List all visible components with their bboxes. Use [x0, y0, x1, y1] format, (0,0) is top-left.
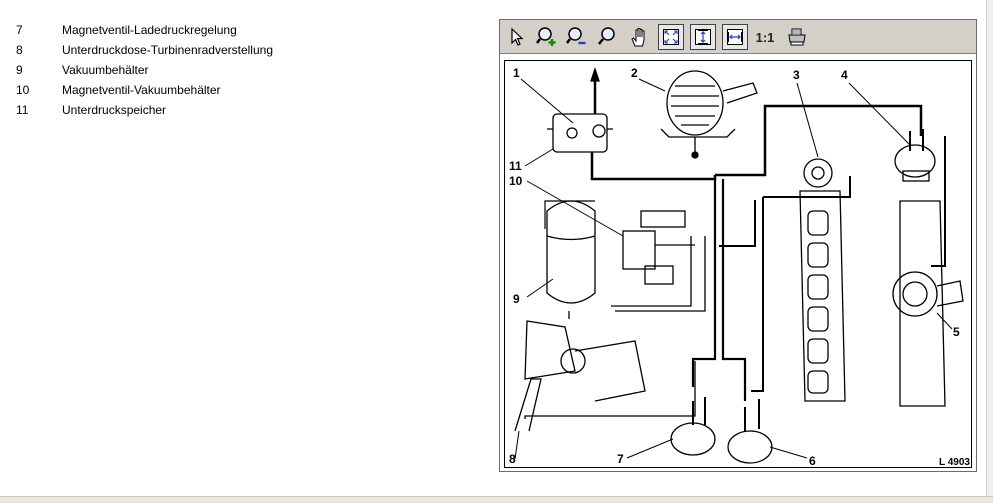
zoom-in-button[interactable] [534, 24, 560, 50]
callout-6: 6 [809, 454, 816, 467]
diagram-linework [514, 66, 964, 464]
legend-item: 10 Magnetventil-Vakuumbehälter [16, 81, 273, 101]
legend-label: Magnetventil-Ladedruckregelung [62, 23, 237, 37]
legend-item: 8 Unterdruckdose-Turbinenradverstellung [16, 41, 273, 61]
fit-height-button[interactable] [690, 24, 716, 50]
callout-leaders [514, 78, 953, 460]
zoom-out-icon [566, 27, 586, 45]
print-icon [788, 28, 806, 46]
fit-width-button[interactable] [722, 24, 748, 50]
legend-item: 11 Unterdruckspeicher [16, 101, 273, 121]
viewer-toolbar: 1:1 [500, 20, 976, 54]
zoom-button[interactable] [594, 24, 620, 50]
diagram-drawing: 1 2 3 4 5 6 7 8 9 10 11 L 4903 [509, 66, 970, 468]
fit-page-button[interactable] [658, 24, 684, 50]
legend-label: Magnetventil-Vakuumbehälter [62, 83, 221, 97]
legend-list: 7 Magnetventil-Ladedruckregelung 8 Unterdr… [16, 21, 273, 121]
legend-number: 7 [16, 23, 23, 37]
vacuum-system-diagram: 1 2 3 4 5 6 7 8 9 10 11 L 4903 [504, 60, 972, 468]
print-button[interactable] [784, 24, 810, 50]
one-to-one-button[interactable]: 1:1 [750, 24, 780, 50]
zoom-out-button[interactable] [564, 24, 590, 50]
legend-label: Vakuumbehälter [62, 63, 149, 77]
callout-7: 7 [617, 452, 624, 466]
callout-1: 1 [513, 66, 520, 80]
legend-number: 9 [16, 63, 23, 77]
pointer-button[interactable] [504, 24, 530, 50]
callout-2: 2 [631, 66, 638, 80]
callout-10: 10 [509, 174, 523, 188]
callout-8: 8 [509, 452, 516, 466]
fit-width-icon [727, 29, 743, 45]
legend-number: 10 [16, 83, 30, 97]
pointer-icon [511, 27, 524, 46]
callout-4: 4 [841, 68, 848, 82]
legend-number: 11 [16, 103, 29, 117]
callout-3: 3 [793, 68, 800, 82]
callout-labels: 1 2 3 4 5 6 7 8 9 10 11 L 4903 [509, 66, 970, 468]
legend-label: Unterdruckspeicher [62, 103, 167, 117]
figure-code: L 4903 [939, 457, 970, 467]
hand-pan-button[interactable] [626, 24, 652, 50]
hand-pan-icon [631, 28, 645, 47]
callout-5: 5 [953, 325, 960, 339]
legend-item: 9 Vakuumbehälter [16, 61, 273, 81]
zoom-icon [598, 27, 615, 45]
image-viewer: 1:1 1 2 3 4 5 6 7 8 9 10 11 L 4903 [499, 19, 977, 472]
legend-number: 8 [16, 43, 23, 57]
legend-item: 7 Magnetventil-Ladedruckregelung [16, 21, 273, 41]
zoom-in-icon [536, 27, 556, 46]
fit-height-icon [695, 29, 711, 45]
callout-11: 11 [509, 159, 522, 173]
one-to-one-icon: 1:1 [755, 29, 775, 45]
legend-label: Unterdruckdose-Turbinenradverstellung [62, 43, 273, 57]
window-right-edge [986, 0, 993, 496]
fit-page-icon [663, 29, 679, 45]
callout-9: 9 [513, 292, 520, 306]
